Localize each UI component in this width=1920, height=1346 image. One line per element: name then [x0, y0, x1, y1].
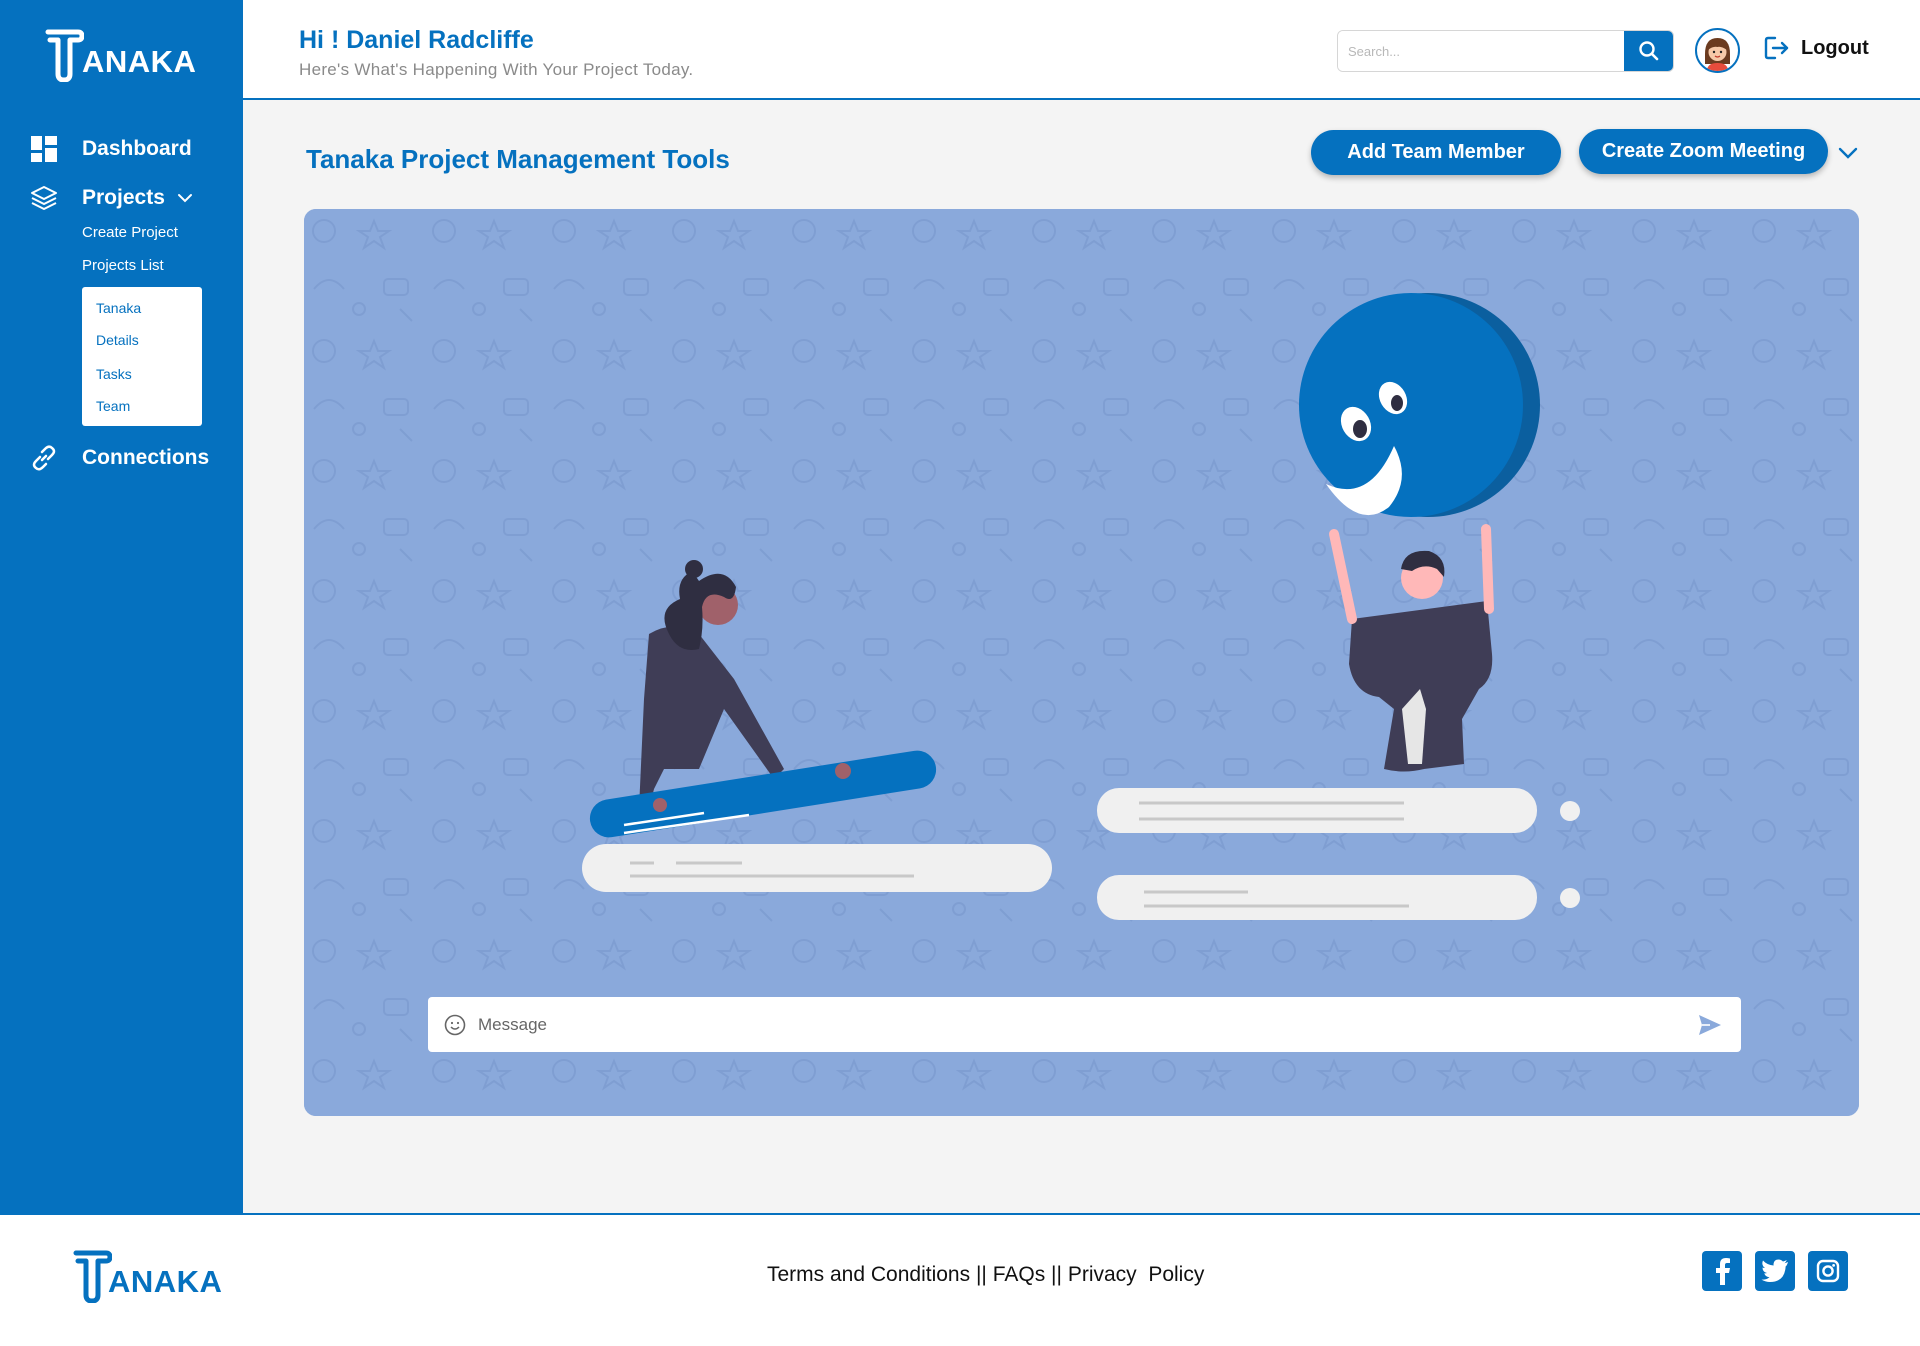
emoji-icon[interactable] [444, 1014, 466, 1036]
brand-logo[interactable]: ANAKA [44, 26, 204, 82]
footer-links: Terms and Conditions || FAQs || Privacy … [767, 1263, 1204, 1287]
brand-name: ANAKA [82, 44, 197, 79]
twitter-link[interactable] [1755, 1251, 1795, 1291]
instagram-link[interactable] [1808, 1251, 1848, 1291]
project-menu-tanaka[interactable]: Tanaka [96, 299, 202, 331]
user-avatar-icon [1697, 30, 1738, 71]
footer: ANAKA Terms and Conditions || FAQs || Pr… [0, 1213, 1920, 1346]
chevron-down-icon[interactable] [1836, 141, 1860, 165]
chat-panel [304, 209, 1859, 1116]
facebook-icon [1716, 1258, 1730, 1285]
sidebar-link-projects-list[interactable]: Projects List [82, 257, 164, 274]
top-header: Hi ! Daniel Radcliffe Here's What's Happ… [243, 0, 1920, 100]
sidebar-item-label: Connections [82, 446, 210, 469]
page-title: Tanaka Project Management Tools [306, 144, 730, 174]
project-menu-team[interactable]: Team [96, 397, 202, 429]
logout-icon [1764, 36, 1789, 60]
footer-brand-logo[interactable]: ANAKA [72, 1247, 232, 1303]
footer-link-privacy[interactable]: Privacy Policy [1068, 1263, 1205, 1286]
add-team-member-button[interactable]: Add Team Member [1311, 130, 1561, 175]
search-box [1337, 30, 1674, 72]
search-button[interactable] [1624, 31, 1673, 71]
sidebar-item-connections[interactable]: Connections [30, 444, 209, 472]
search-icon [1638, 41, 1658, 61]
logout-button[interactable]: Logout [1763, 34, 1869, 62]
sidebar-link-create-project[interactable]: Create Project [82, 224, 178, 241]
create-zoom-meeting-button[interactable]: Create Zoom Meeting [1579, 129, 1828, 174]
tanaka-logo-icon [73, 1250, 112, 1303]
project-menu-tasks[interactable]: Tasks [96, 365, 202, 397]
greeting-subtitle: Here's What's Happening With Your Projec… [299, 60, 694, 79]
layers-icon [30, 184, 58, 212]
sidebar-item-label: Dashboard [82, 137, 192, 160]
sidebar-item-label: Projects [82, 186, 165, 209]
instagram-icon [1816, 1259, 1840, 1283]
dashboard-icon [30, 135, 58, 163]
sidebar-item-projects[interactable]: Projects [30, 184, 193, 212]
brand-name: ANAKA [108, 1264, 223, 1299]
project-menu-details[interactable]: Details [96, 331, 202, 365]
footer-separator: || [970, 1263, 993, 1286]
logout-label: Logout [1801, 36, 1869, 59]
facebook-link[interactable] [1702, 1251, 1742, 1291]
twitter-icon [1761, 1259, 1788, 1282]
send-icon[interactable] [1697, 1013, 1723, 1037]
team-chat-illustration [582, 293, 1580, 920]
message-input[interactable] [478, 997, 1668, 1052]
link-icon [30, 444, 58, 472]
avatar[interactable] [1695, 28, 1740, 73]
footer-link-terms[interactable]: Terms and Conditions [767, 1263, 970, 1286]
footer-link-faqs[interactable]: FAQs [993, 1263, 1046, 1286]
footer-separator: || [1045, 1263, 1068, 1286]
sidebar: ANAKA Dashboard Projects Create Project … [0, 0, 243, 1215]
chevron-down-icon[interactable] [177, 190, 193, 206]
search-input[interactable] [1338, 31, 1628, 71]
tanaka-logo-icon [45, 29, 84, 82]
project-submenu: Tanaka Details Tasks Team [82, 287, 202, 426]
sidebar-item-dashboard[interactable]: Dashboard [30, 135, 192, 163]
greeting-title: Hi ! Daniel Radcliffe [299, 26, 534, 54]
message-composer [428, 997, 1741, 1052]
